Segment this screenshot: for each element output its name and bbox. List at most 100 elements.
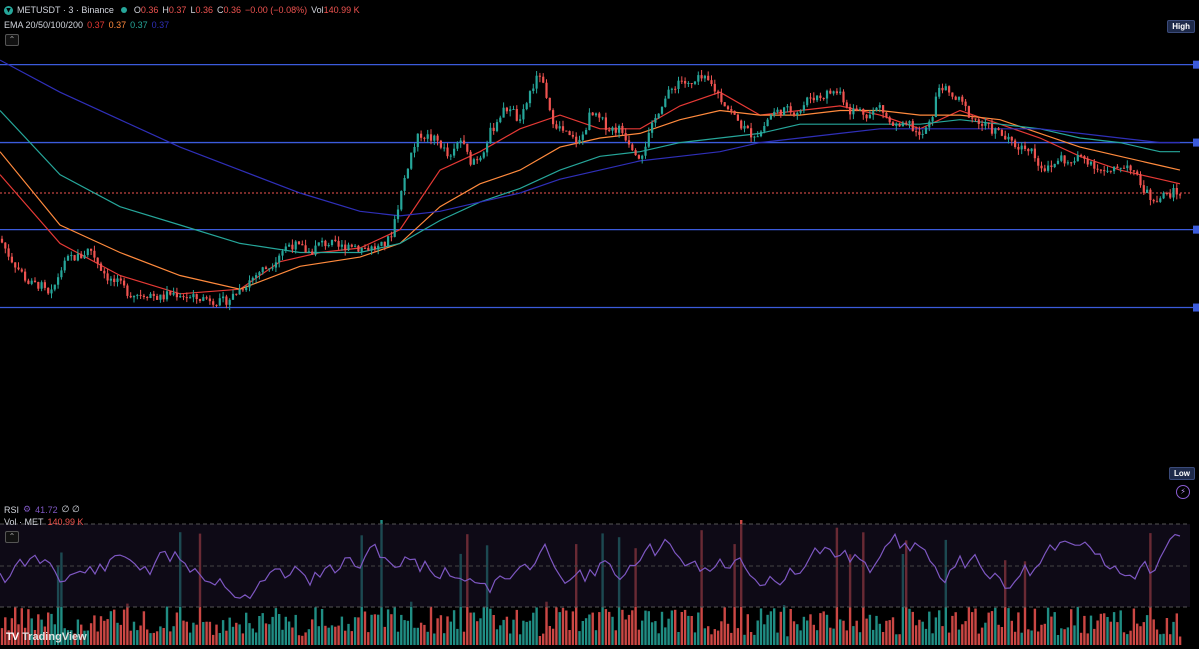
candle-body [614,127,617,133]
candle-body [129,295,132,298]
candle-body [974,118,977,120]
volume-bar [588,614,591,645]
lightning-icon[interactable]: ⚡ [1176,485,1190,499]
symbol-title[interactable]: METUSDT · 3 · Binance [17,5,114,15]
volume-bar [129,630,132,645]
candle-body [380,241,383,246]
candle-body [86,248,89,255]
candle [142,293,145,300]
volume-bar [964,621,967,645]
candle [344,240,347,256]
candle [212,298,215,308]
candle [608,127,611,133]
volume-bar [713,629,716,645]
candle-body [156,296,159,300]
candle [453,143,456,158]
candle [525,101,528,111]
candle-body [238,289,241,295]
candle-body [27,280,30,284]
rsi-legend[interactable]: RSI ⚙ 41.72 ∅ ∅ [4,504,80,515]
volume-bar [416,627,419,645]
volume-bar [294,614,297,645]
candle [852,104,855,120]
candle [825,89,829,104]
candle [396,205,400,223]
rsi-settings-icon[interactable]: ⚙ [23,504,31,515]
volume-bar [1106,617,1109,645]
candle [129,292,132,299]
candle-body [796,112,799,115]
candle-body [1056,160,1060,164]
candle-body [677,80,680,89]
candle [1073,157,1076,165]
candle-body [10,256,13,263]
candle [911,118,914,132]
candle [783,106,786,116]
volume-bar [492,615,495,645]
candle-body [344,244,347,251]
volume-bar [1000,627,1004,645]
collapse-legend-button[interactable]: ⌃ [5,34,19,46]
volume-bar [693,632,697,645]
tradingview-brand[interactable]: TV TradingView [6,631,87,643]
volume-bar [1040,624,1043,645]
candle [994,127,997,139]
candle-body [390,236,393,238]
volume-bar [344,630,347,645]
volume-bar [568,630,571,645]
volume-bar [584,618,588,645]
candle [495,119,499,133]
volume-legend[interactable]: Vol · MET 140.99 K [4,517,84,527]
volume-bar [1178,636,1182,645]
volume-bar [1129,630,1132,645]
volume-bar [654,621,657,645]
volume-bar [278,614,281,645]
candle-body [1060,155,1063,161]
candle [957,96,961,102]
candle-body [410,152,413,169]
candle-body [469,151,472,165]
candle [948,85,951,96]
candle [812,92,815,103]
candle [634,148,637,156]
volume-bar [1159,634,1162,645]
candle [189,295,192,299]
candle-body [307,251,310,253]
volume-bar [383,626,386,645]
candle [466,143,469,155]
candle-body [420,133,423,138]
candle-body [839,91,842,94]
candle-body [789,106,792,113]
candle-body [456,142,459,149]
volume-bar [746,614,749,645]
candle-body [740,120,743,129]
volume-bar [1007,608,1010,645]
volume-bar [281,629,284,645]
candle-body [400,191,403,210]
candle [297,241,301,245]
candle-body [951,92,954,97]
volume-bar [261,613,264,645]
volume-bar [225,630,228,645]
volume-bar [819,613,822,645]
rsi-value: 41.72 [35,504,58,515]
collapse-indicators-button[interactable]: ⌃ [5,531,19,543]
candle-body [987,123,990,124]
candle [278,253,281,268]
ema-legend[interactable]: EMA 20/50/100/200 0.37 0.37 0.37 0.37 [4,20,169,30]
candle-body [594,113,598,116]
candle-body [849,107,852,115]
volume-bar [967,607,971,645]
chart-canvas[interactable] [0,0,1199,649]
candle-body [990,123,994,134]
candle-body [439,140,442,148]
volume-bar [522,620,525,645]
volume-bar [608,611,611,645]
candle [149,292,152,299]
candle [446,143,449,159]
volume-bar [604,609,608,645]
volume-bar [538,636,542,645]
candle-body [687,83,690,84]
candle-body [961,96,964,102]
volume-bar [169,631,172,645]
